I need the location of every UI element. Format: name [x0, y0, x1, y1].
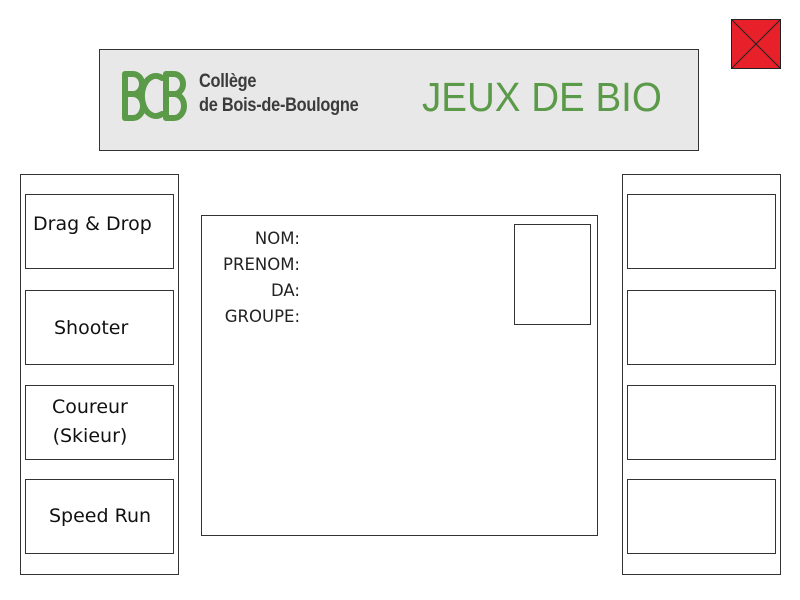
right-panel — [622, 174, 781, 575]
speed-run-button[interactable]: Speed Run — [25, 479, 174, 554]
prenom-label: PRENOM: — [223, 255, 300, 274]
right-slot-4[interactable] — [627, 479, 776, 554]
games-panel: Drag & Drop Shooter Coureur (Skieur) Spe… — [20, 174, 179, 575]
right-slot-1[interactable] — [627, 194, 776, 269]
drag-drop-button[interactable]: Drag & Drop — [25, 194, 174, 269]
close-icon — [732, 20, 780, 68]
right-slot-3[interactable] — [627, 385, 776, 460]
student-photo — [514, 224, 591, 325]
college-name-line1: Collège — [199, 71, 257, 92]
speed-run-label: Speed Run — [49, 505, 152, 527]
shooter-button[interactable]: Shooter — [25, 290, 174, 365]
bdb-logo-icon — [122, 71, 187, 121]
close-button[interactable] — [731, 19, 781, 69]
college-name-line2: de Bois-de-Boulogne — [199, 95, 359, 116]
header-banner: Collège de Bois-de-Boulogne JEUX DE BIO — [99, 49, 699, 151]
app-title: JEUX DE BIO — [422, 74, 662, 120]
nom-label: NOM: — [254, 229, 300, 248]
right-slot-2[interactable] — [627, 290, 776, 365]
coureur-button[interactable]: Coureur (Skieur) — [25, 385, 174, 460]
student-info-card: NOM: PRENOM: DA: GROUPE: — [201, 215, 598, 536]
shooter-label: Shooter — [54, 317, 129, 339]
groupe-label: GROUPE: — [224, 307, 300, 326]
da-label: DA: — [271, 281, 300, 300]
college-name: Collège de Bois-de-Boulogne — [199, 70, 359, 118]
drag-drop-label: Drag & Drop — [33, 213, 152, 235]
coureur-label: Coureur (Skieur) — [52, 396, 128, 447]
